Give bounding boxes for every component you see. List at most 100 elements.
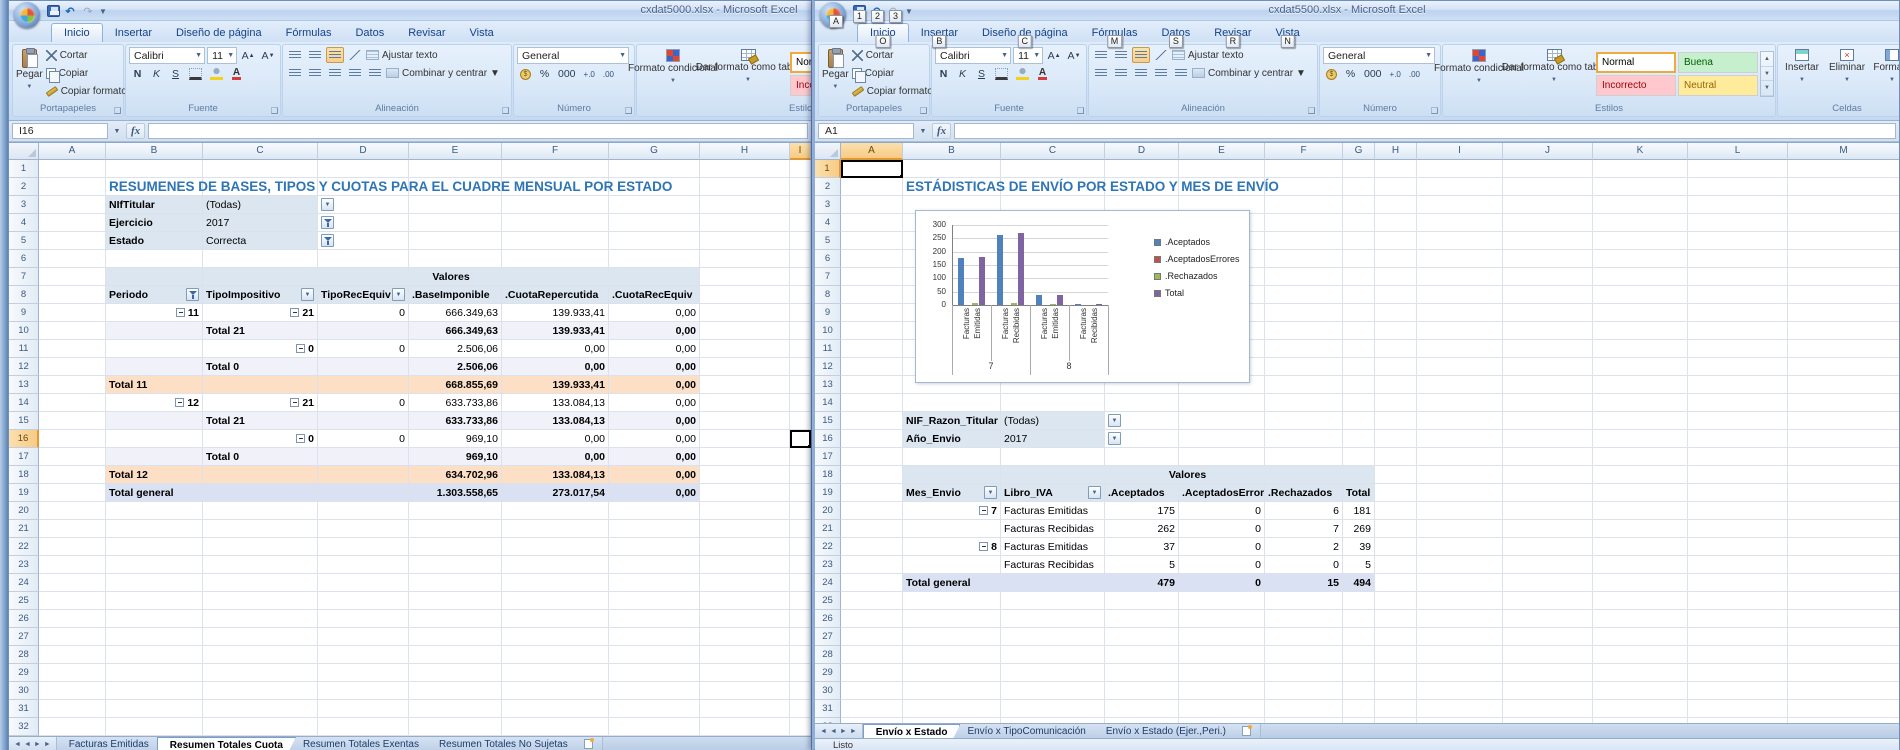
cell-B12[interactable] [106,358,203,376]
column-header-C[interactable]: C [1001,143,1105,160]
cell-I15[interactable] [790,412,811,430]
ribbon-tab-vista[interactable]: Vista [458,24,506,42]
cell-B18[interactable]: Total 12 [106,466,203,484]
cell-A26[interactable] [841,610,903,628]
column-header-B[interactable]: B [106,143,203,160]
cell-G32[interactable] [609,718,700,736]
cell-M21[interactable] [1788,520,1899,538]
cell-F3[interactable] [1265,196,1343,214]
cell-I12[interactable] [790,358,811,376]
cell-C28[interactable] [1001,646,1105,664]
cell-H31[interactable] [700,700,790,718]
cell-I11[interactable] [790,340,811,358]
row-header-25[interactable]: 25 [815,592,841,610]
align-bottom-button[interactable] [1132,47,1150,63]
cell-A11[interactable] [39,340,106,358]
row-header-26[interactable]: 26 [9,610,39,628]
row-header-27[interactable]: 27 [9,628,39,646]
cell-E25[interactable] [409,592,502,610]
cell-F24[interactable]: 15 [1265,574,1343,592]
cell-I20[interactable] [790,502,811,520]
cell-F14[interactable] [1265,394,1343,412]
cell-C25[interactable] [203,592,318,610]
cell-A6[interactable] [841,250,903,268]
cell-G1[interactable] [609,160,700,178]
cell-J21[interactable] [1503,520,1593,538]
select-all-corner[interactable] [9,143,39,160]
row-header-31[interactable]: 31 [9,700,39,718]
cell-E19[interactable]: .AceptadosErrores [1179,484,1265,502]
cell-G9[interactable]: 0,00 [609,304,700,322]
cell-D20[interactable] [318,502,409,520]
cell-F12[interactable]: 0,00 [502,358,609,376]
cell-B20[interactable] [106,502,203,520]
cell-E4[interactable] [409,214,502,232]
cell-B18[interactable] [903,466,1001,484]
cell-D31[interactable] [1105,700,1179,718]
row-header-26[interactable]: 26 [815,610,841,628]
cell-I14[interactable] [1417,394,1503,412]
cell-D19[interactable] [318,484,409,502]
cell-I23[interactable] [1417,556,1503,574]
cell-A24[interactable] [39,574,106,592]
cell-I29[interactable] [790,664,811,682]
cell-H3[interactable] [700,196,790,214]
row-header-7[interactable]: 7 [815,268,841,286]
font-size-select[interactable]: 11▼ [1013,47,1043,64]
cell-F13[interactable]: 139.933,41 [502,376,609,394]
sheet-tab[interactable]: Envío x TipoComunicación [955,724,1098,738]
cell-D27[interactable] [318,628,409,646]
formula-input[interactable] [954,123,1896,139]
cell-D22[interactable]: 37 [1105,538,1179,556]
column-header-A[interactable]: A [39,143,106,160]
cell-H27[interactable] [700,628,790,646]
cell-K11[interactable] [1593,340,1688,358]
cell-F27[interactable] [1265,628,1343,646]
cell-M27[interactable] [1788,628,1899,646]
cell-L17[interactable] [1688,448,1788,466]
cell-C26[interactable] [203,610,318,628]
style-normal[interactable]: Normal [790,52,811,73]
cell-M19[interactable] [1788,484,1899,502]
cell-K10[interactable] [1593,322,1688,340]
cell-J19[interactable] [1503,484,1593,502]
cell-C30[interactable] [1001,682,1105,700]
dialog-launcher-icon[interactable] [625,107,632,114]
cell-H22[interactable] [1375,538,1417,556]
cell-I17[interactable] [1417,448,1503,466]
cell-I22[interactable] [1417,538,1503,556]
cell-M11[interactable] [1788,340,1899,358]
cell-B24[interactable] [106,574,203,592]
cell-F9[interactable]: 139.933,41 [502,304,609,322]
collapse-icon[interactable] [290,398,299,407]
cell-L32[interactable] [1688,718,1788,723]
cell-E29[interactable] [1179,664,1265,682]
cell-B10[interactable] [106,322,203,340]
cell-K19[interactable] [1593,484,1688,502]
cell-K22[interactable] [1593,538,1688,556]
row-header-15[interactable]: 15 [9,412,39,430]
cell-J29[interactable] [1503,664,1593,682]
decrease-indent-button[interactable] [1152,65,1170,81]
cell-F25[interactable] [1265,592,1343,610]
cell-F9[interactable] [1265,304,1343,322]
cell-A3[interactable] [39,196,106,214]
cell-D20[interactable]: 175 [1105,502,1179,520]
cell-M31[interactable] [1788,700,1899,718]
row-header-5[interactable]: 5 [815,232,841,250]
cell-J31[interactable] [1503,700,1593,718]
cell-F15[interactable] [1265,412,1343,430]
style-normal[interactable]: Normal [1596,52,1676,73]
wrap-text-button[interactable]: Ajustar texto [1172,47,1244,63]
cell-G6[interactable] [1343,250,1375,268]
cell-L29[interactable] [1688,664,1788,682]
cell-D3[interactable] [318,196,409,214]
cell-D24[interactable]: 479 [1105,574,1179,592]
cell-H16[interactable] [700,430,790,448]
align-center-button[interactable] [1112,65,1130,81]
cell-B8[interactable]: Periodo [106,286,203,304]
cell-K4[interactable] [1593,214,1688,232]
cell-A5[interactable] [841,232,903,250]
row-header-30[interactable]: 30 [9,682,39,700]
cell-I1[interactable] [1417,160,1503,178]
